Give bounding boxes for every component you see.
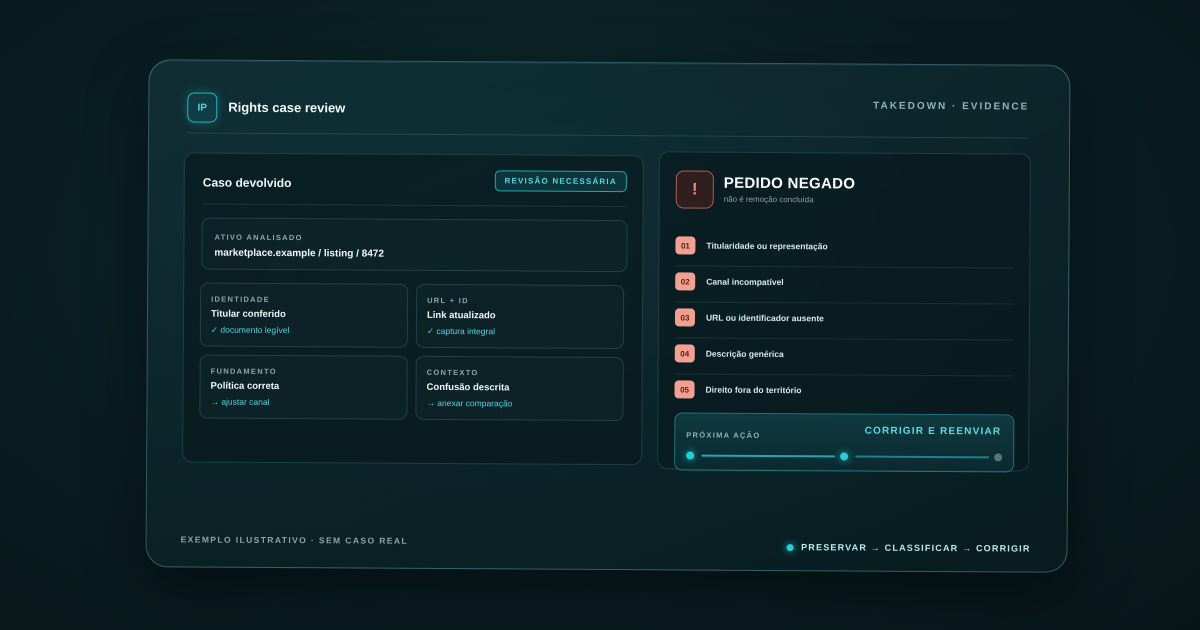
step-line-1 <box>701 454 836 458</box>
card-note[interactable]: → anexar comparação <box>426 398 512 409</box>
step-line-2 <box>855 455 990 459</box>
reason-text: URL ou identificador ausente <box>705 312 824 324</box>
reason-item[interactable]: 05 Direito fora do território <box>674 374 1012 411</box>
reason-list: 01 Titularidade ou representação 02 Cana… <box>674 230 1014 411</box>
reason-text: Canal incompatível <box>706 276 784 288</box>
next-action-box[interactable]: PRÓXIMA AÇÃO CORRIGIR E REENVIAR <box>674 412 1015 473</box>
card-label: CONTEXTO <box>426 367 479 378</box>
alert-icon: ! <box>675 170 714 209</box>
step-dot-3 <box>994 453 1003 462</box>
reason-item[interactable]: 03 URL ou identificador ausente <box>674 302 1014 341</box>
app-title: Rights case review <box>228 99 346 116</box>
step-dot-1 <box>686 451 695 460</box>
card-label: IDENTIDADE <box>211 294 270 304</box>
reason-number: 01 <box>675 236 696 255</box>
workflow-text: PRESERVAR → CLASSIFICAR → CORRIGIR <box>801 542 1031 554</box>
reason-item[interactable]: 01 Titularidade ou representação <box>675 230 1014 269</box>
denied-title: PEDIDO NEGADO <box>723 174 856 193</box>
asset-card: ATIVO ANALISADO marketplace.example / li… <box>201 217 628 273</box>
card-value: Link atualizado <box>426 309 496 322</box>
next-action-label: PRÓXIMA AÇÃO <box>686 430 761 440</box>
card-note[interactable]: → ajustar canal <box>210 397 269 407</box>
denial-panel: ! PEDIDO NEGADO não é remoção concluída … <box>657 151 1031 473</box>
reason-text: Direito fora do território <box>705 384 802 396</box>
card-label: URL + ID <box>427 295 469 306</box>
header-divider <box>187 132 1030 139</box>
reason-number: 02 <box>675 272 696 291</box>
workflow-flow: PRESERVAR → CLASSIFICAR → CORRIGIR <box>786 542 1031 554</box>
card-value: Confusão descrita <box>426 381 510 394</box>
asset-value[interactable]: marketplace.example / listing / 8472 <box>214 248 384 260</box>
correct-resend-button[interactable]: CORRIGIR E REENVIAR <box>865 426 1002 438</box>
reason-item[interactable]: 02 Canal incompatível <box>675 266 1014 305</box>
reason-number: 04 <box>674 344 695 363</box>
main-card: IP Rights case review TAKEDOWN · EVIDENC… <box>145 59 1071 573</box>
card-value: Política correta <box>210 380 280 392</box>
reason-text: Descrição genérica <box>705 348 784 360</box>
case-divider <box>202 203 627 208</box>
case-title: Caso devolvido <box>202 175 292 191</box>
asset-label: ATIVO ANALISADO <box>214 232 303 243</box>
reason-item[interactable]: 04 Descrição genérica <box>674 338 1013 377</box>
identity-card: IDENTIDADE Titular conferido ✓ documento… <box>199 282 409 348</box>
foundation-card: FUNDAMENTO Política correta → ajustar ca… <box>199 354 408 420</box>
card-note: ✓ documento legível <box>210 324 290 336</box>
reason-text: Titularidade ou representação <box>706 240 828 252</box>
denied-subtitle: não é remoção concluída <box>723 194 814 205</box>
card-label: FUNDAMENTO <box>210 366 277 376</box>
card-value: Titular conferido <box>210 308 286 321</box>
status-dot-icon <box>786 543 794 551</box>
card-note: ✓ captura integral <box>426 325 496 337</box>
case-panel: Caso devolvido REVISÃO NECESSÁRIA ATIVO … <box>182 152 644 466</box>
section-label: TAKEDOWN · EVIDENCE <box>873 100 1030 113</box>
ip-logo-icon: IP <box>187 92 218 123</box>
reason-number: 05 <box>674 380 695 399</box>
step-dot-2 <box>840 452 849 461</box>
context-card: CONTEXTO Confusão descrita → anexar comp… <box>415 355 624 422</box>
url-id-card: URL + ID Link atualizado ✓ captura integ… <box>415 283 625 350</box>
reason-number: 03 <box>674 308 696 327</box>
disclaimer-text: EXEMPLO ILUSTRATIVO · SEM CASO REAL <box>180 534 409 546</box>
header: IP Rights case review TAKEDOWN · EVIDENC… <box>187 90 1029 129</box>
status-badge: REVISÃO NECESSÁRIA <box>494 170 627 193</box>
